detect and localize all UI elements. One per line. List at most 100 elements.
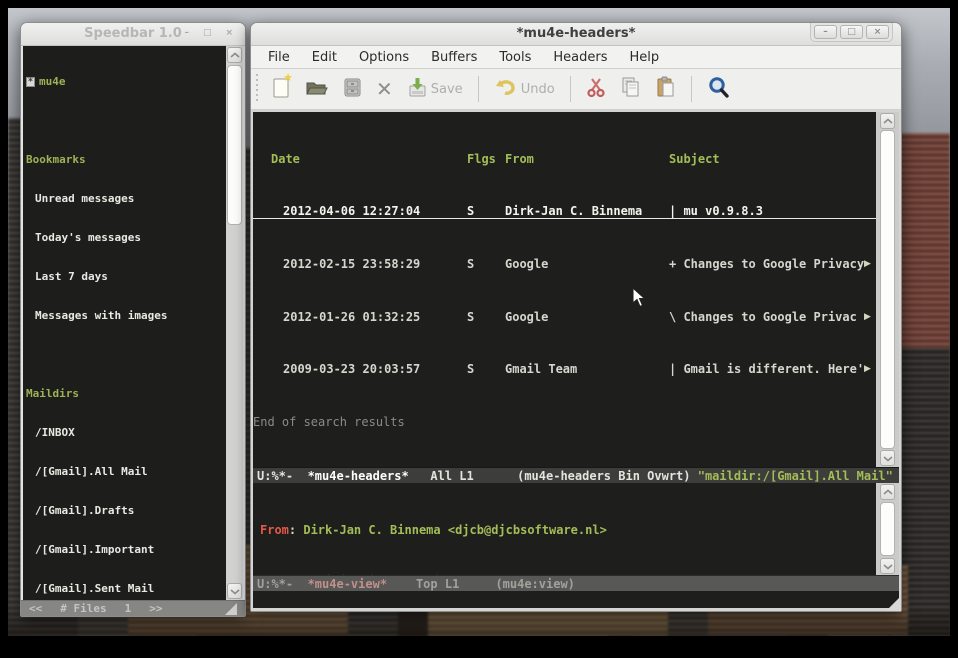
cell-flags: S	[457, 204, 505, 218]
modeline-modes: (mu4e-headers Bin Ovwrt)	[517, 469, 698, 483]
scroll-up-icon[interactable]	[227, 47, 242, 63]
view-scrollbar[interactable]	[876, 483, 899, 575]
headers-columns: Date Flgs From Subject	[253, 152, 876, 167]
new-file-button[interactable]: ★	[267, 73, 295, 105]
speedbar-prev-button[interactable]: <<	[29, 602, 42, 615]
speedbar-root-label[interactable]: mu4e	[39, 75, 66, 88]
undo-icon	[494, 77, 518, 101]
maximize-icon[interactable]: □	[203, 28, 212, 38]
cut-icon	[586, 76, 606, 102]
paste-icon	[654, 75, 676, 103]
maximize-icon: □	[847, 27, 856, 37]
speedbar-next-button[interactable]: >>	[149, 602, 162, 615]
scroll-down-icon[interactable]	[880, 450, 895, 466]
paste-button[interactable]	[650, 73, 680, 105]
menubar: File Edit Options Buffers Tools Headers …	[251, 46, 901, 69]
new-file-icon: ★	[271, 75, 291, 103]
sidebar-item-inbox[interactable]: /INBOX	[26, 426, 226, 439]
resize-grip[interactable]	[886, 596, 901, 611]
drawer-button[interactable]	[337, 74, 367, 104]
cell-subject: \ Changes to Google Privac	[669, 310, 864, 324]
menu-headers[interactable]: Headers	[542, 50, 618, 65]
column-subject[interactable]: Subject	[669, 152, 876, 166]
column-from[interactable]: From	[505, 152, 669, 166]
message-row[interactable]: 2012-02-15 23:58:29 S Google + Changes t…	[253, 257, 876, 272]
undo-button[interactable]: Undo	[490, 75, 559, 103]
sidebar-item-last7days[interactable]: Last 7 days	[26, 270, 226, 283]
minimize-button[interactable]: –	[814, 25, 837, 39]
save-button[interactable]: Save	[402, 73, 467, 105]
speedbar-window: Speedbar 1.0 – □ × * mu4e Bookmarks Unrea…	[20, 22, 246, 617]
sidebar-item-allmail[interactable]: /[Gmail].All Mail	[26, 465, 226, 478]
scroll-up-icon[interactable]	[880, 484, 895, 500]
modeline-buffer-name: *mu4e-view*	[308, 577, 387, 591]
save-button-label: Save	[431, 82, 463, 97]
cell-date: 2009-03-23 20:03:57	[271, 362, 457, 376]
menu-options[interactable]: Options	[348, 50, 420, 65]
building-shape	[898, 133, 950, 363]
truncation-icon: ▶	[864, 312, 876, 322]
scrollbar-thumb[interactable]	[227, 65, 242, 225]
scroll-down-icon[interactable]	[880, 558, 895, 574]
minimize-icon[interactable]: –	[184, 28, 189, 38]
headers-scrollbar[interactable]	[876, 112, 899, 467]
speedbar-titlebar[interactable]: Speedbar 1.0 – □ ×	[21, 23, 245, 46]
close-icon[interactable]: ×	[225, 28, 233, 38]
speedbar-section-bookmarks: Bookmarks	[26, 153, 226, 166]
speedbar-files-menu[interactable]: # Files	[60, 602, 106, 615]
message-row[interactable]: 2009-03-23 20:03:57 S Gmail Team | Gmail…	[253, 362, 876, 377]
sidebar-item-drafts[interactable]: /[Gmail].Drafts	[26, 504, 226, 517]
scrollbar-thumb[interactable]	[880, 502, 895, 556]
resize-grip[interactable]	[225, 603, 237, 615]
expand-toggle-icon[interactable]: *	[26, 77, 35, 87]
main-titlebar[interactable]: *mu4e-headers* – □ ×	[251, 23, 901, 46]
menu-file[interactable]: File	[257, 50, 301, 65]
menu-buffers[interactable]: Buffers	[420, 50, 488, 65]
minimize-icon: –	[823, 27, 828, 37]
cut-button[interactable]	[582, 74, 610, 104]
toolbar-drag-handle[interactable]	[255, 74, 260, 104]
field-sep: :	[289, 523, 303, 537]
modeline-modes: (mu4e:view)	[495, 577, 574, 591]
scrollbar-thumb[interactable]	[880, 130, 895, 449]
menu-help[interactable]: Help	[619, 50, 671, 65]
maximize-button[interactable]: □	[840, 25, 863, 39]
speedbar-scrollbar[interactable]	[226, 46, 243, 600]
echo-area[interactable]	[253, 591, 899, 608]
scroll-up-icon[interactable]	[880, 113, 895, 129]
cell-subject: | Gmail is different. Here's	[669, 362, 864, 376]
view-modeline: U:%*- *mu4e-view* Top L1 (mu4e:view)	[253, 575, 899, 591]
toolbar-separator	[570, 76, 571, 102]
search-icon	[707, 75, 731, 103]
modeline-flags: U:%*-	[257, 469, 308, 483]
message-row[interactable]: 2012-01-26 01:32:25 S Google \ Changes t…	[253, 310, 876, 325]
column-date[interactable]: Date	[271, 152, 457, 166]
sidebar-item-today[interactable]: Today's messages	[26, 231, 226, 244]
sidebar-item-images[interactable]: Messages with images	[26, 309, 226, 322]
menu-tools[interactable]: Tools	[488, 50, 542, 65]
mouse-cursor	[632, 287, 646, 312]
sidebar-item-important[interactable]: /[Gmail].Important	[26, 543, 226, 556]
cell-date: 2012-04-06 12:27:04	[271, 204, 457, 218]
headers-pane: Date Flgs From Subject 2012-04-06 12:27:…	[253, 112, 899, 467]
menu-edit[interactable]: Edit	[301, 50, 348, 65]
message-view: From: Dirk-Jan C. Binnema <djcb@djcbsoft…	[253, 483, 876, 575]
open-folder-button[interactable]	[300, 74, 332, 104]
close-buffer-icon: ✕	[376, 79, 393, 99]
scroll-down-icon[interactable]	[227, 583, 242, 599]
search-button[interactable]	[703, 73, 735, 105]
sidebar-item-sentmail[interactable]: /[Gmail].Sent Mail	[26, 582, 226, 595]
copy-button[interactable]	[615, 73, 645, 105]
sidebar-item-unread[interactable]: Unread messages	[26, 192, 226, 205]
copy-icon	[619, 75, 641, 103]
close-button[interactable]: ×	[866, 25, 889, 39]
cell-subject: | mu v0.9.8.3	[669, 204, 864, 218]
close-buffer-button[interactable]: ✕	[372, 77, 397, 101]
cell-date: 2012-02-15 23:58:29	[271, 257, 457, 271]
message-row-selected[interactable]: 2012-04-06 12:27:04 S Dirk-Jan C. Binnem…	[253, 205, 876, 220]
speedbar-page-count: 1	[125, 602, 132, 615]
column-flags[interactable]: Flgs	[457, 152, 505, 166]
field-value-from: Dirk-Jan C. Binnema <djcb@djcbsoftware.n…	[303, 523, 606, 537]
toolbar: ★ ✕ Save Undo	[251, 69, 901, 110]
cell-flags: S	[457, 362, 505, 376]
